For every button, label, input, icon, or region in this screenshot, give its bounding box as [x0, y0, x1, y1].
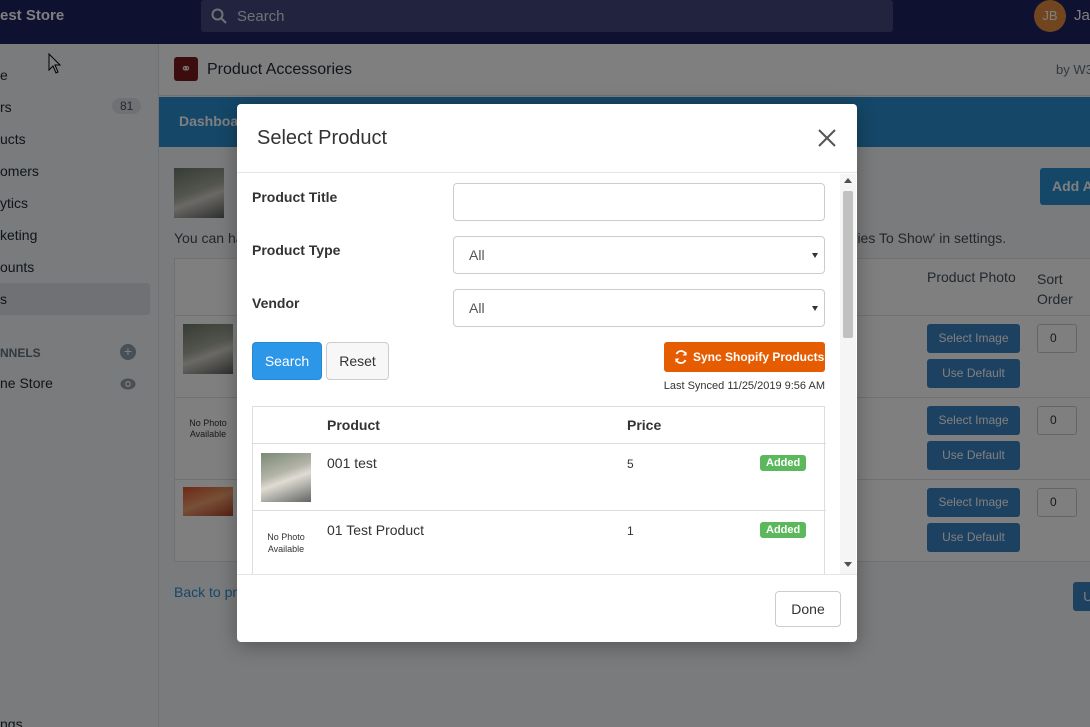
product-price: 5 [627, 457, 634, 471]
close-icon[interactable] [817, 128, 837, 148]
refresh-icon [675, 350, 687, 364]
col-product: Product [327, 417, 380, 433]
modal-scrollbar[interactable] [840, 174, 856, 574]
product-price: 1 [627, 524, 634, 538]
product-type-label: Product Type [252, 242, 341, 258]
modal-body: Product Title Product Type All Vendor Al… [237, 174, 857, 574]
vendor-select[interactable]: All [453, 289, 825, 327]
no-photo-label: No Photo Available [267, 532, 305, 554]
chevron-down-icon [812, 306, 818, 311]
vendor-label: Vendor [252, 295, 300, 311]
row-divider [253, 510, 826, 511]
status-badge: Added [760, 455, 807, 471]
product-type-select[interactable]: All [453, 236, 825, 274]
search-button[interactable]: Search [252, 342, 322, 380]
sync-shopify-products-button[interactable]: Sync Shopify Products [664, 342, 825, 372]
chevron-down-icon [812, 253, 818, 258]
modal-title: Select Product [257, 127, 388, 149]
product-name: 001 test [327, 455, 377, 471]
product-name: 01 Test Product [327, 522, 425, 538]
scroll-thumb[interactable] [843, 191, 853, 338]
last-synced-text: Last Synced 11/25/2019 9:56 AM [663, 380, 825, 392]
product-thumbnail [261, 453, 311, 502]
scroll-down-icon[interactable] [844, 562, 852, 567]
product-title-input[interactable] [453, 183, 825, 221]
modal-header: Select Product [237, 104, 857, 173]
product-results-table: Product Price 001 test 5 Added No Photo … [252, 406, 826, 574]
sync-button-label: Sync Shopify Products [693, 350, 825, 364]
vendor-value: All [469, 300, 485, 316]
col-price: Price [627, 417, 662, 433]
header-divider [253, 443, 826, 444]
modal-footer: Done [237, 574, 857, 642]
scroll-up-icon[interactable] [844, 178, 852, 183]
status-badge: Added [760, 522, 807, 538]
product-title-label: Product Title [252, 189, 338, 205]
reset-button[interactable]: Reset [326, 342, 389, 380]
product-type-value: All [469, 247, 485, 263]
select-product-modal: Select Product Product Title Product Typ… [237, 104, 857, 642]
done-button[interactable]: Done [775, 591, 841, 627]
